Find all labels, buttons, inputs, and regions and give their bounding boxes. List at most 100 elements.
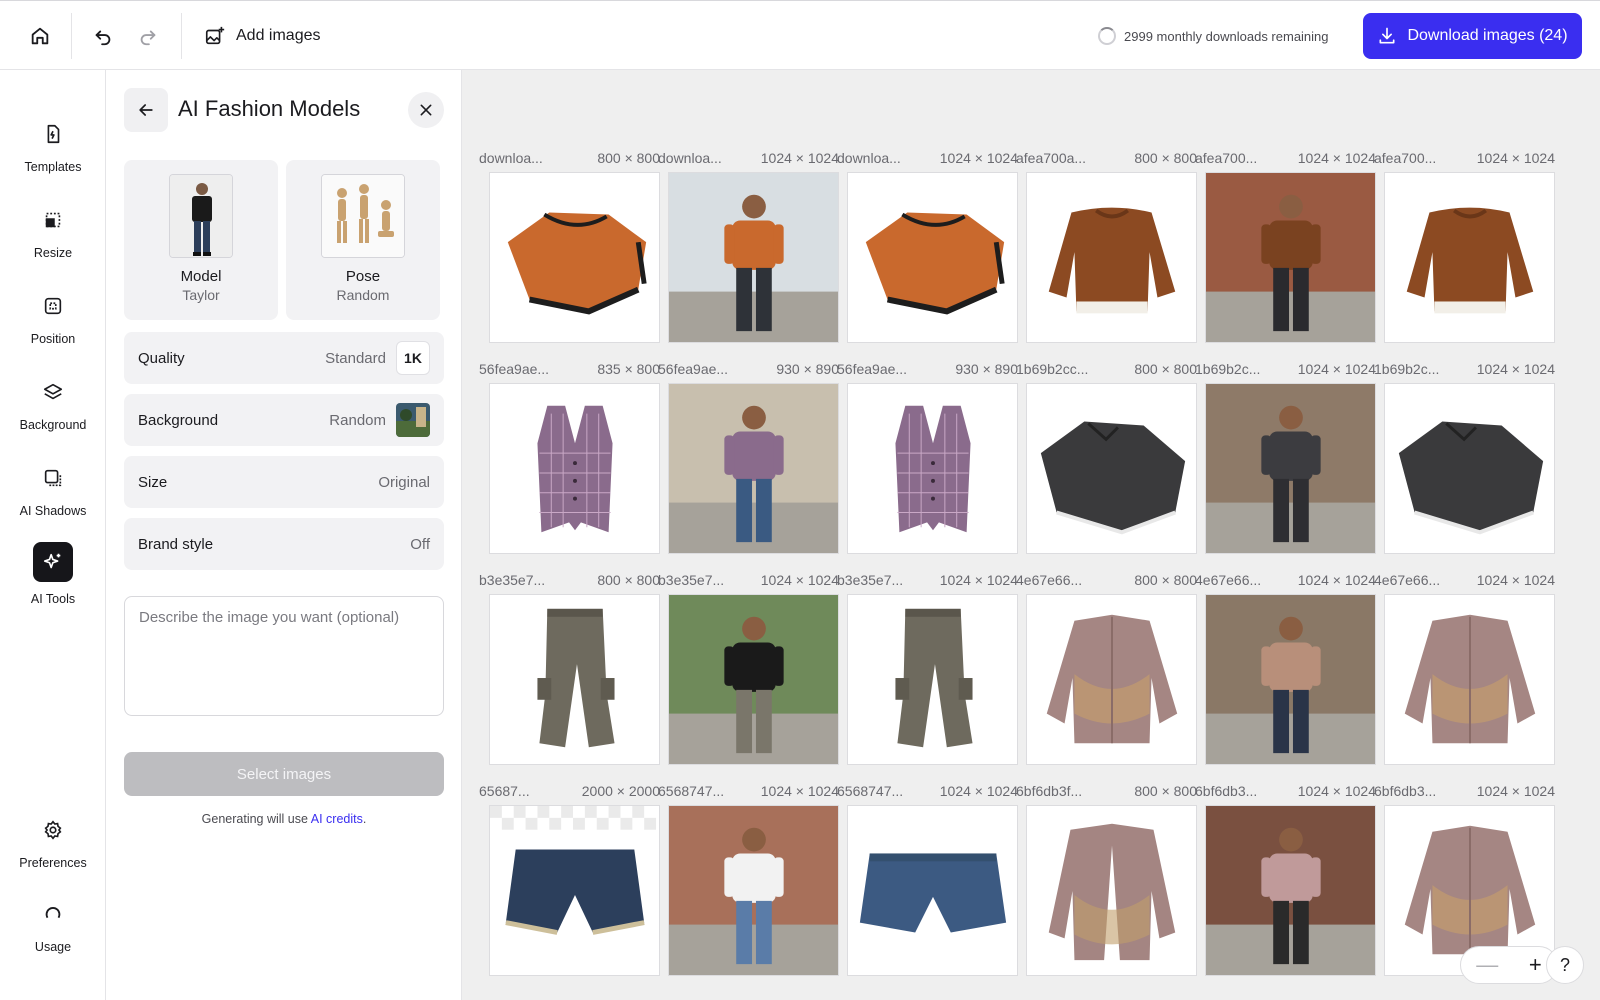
image-thumbnail: [1385, 384, 1554, 553]
image-tile[interactable]: [1205, 172, 1376, 343]
image-meta: 1b69b2c... 1024 × 1024: [1374, 361, 1555, 379]
image-tile[interactable]: [1384, 172, 1555, 343]
rail-label: Preferences: [19, 856, 87, 870]
option-value: Original: [378, 473, 430, 491]
image-tile[interactable]: [1384, 383, 1555, 554]
shadows-icon: [37, 462, 69, 494]
image-tile[interactable]: [489, 805, 660, 976]
resize-icon: [37, 204, 69, 236]
image-thumbnail: [1206, 806, 1375, 975]
image-thumbnail: [1027, 595, 1196, 764]
image-tile[interactable]: [668, 805, 839, 976]
image-dimensions: 1024 × 1024: [1476, 572, 1555, 588]
model-card[interactable]: Model Taylor: [124, 160, 278, 320]
image-filename: 4e67e66...: [1374, 572, 1441, 588]
rail-label: Background: [19, 418, 87, 432]
rail-item-resize[interactable]: Resize: [0, 204, 106, 278]
image-meta: b3e35e7... 1024 × 1024: [837, 572, 1018, 590]
back-button[interactable]: [124, 88, 168, 132]
image-thumbnail: [1206, 384, 1375, 553]
image-filename: 6568747...: [658, 783, 725, 799]
download-images-button[interactable]: Download images (24): [1363, 13, 1582, 59]
close-button[interactable]: [408, 92, 444, 128]
image-tile[interactable]: [668, 172, 839, 343]
select-images-button[interactable]: Select images: [124, 752, 444, 796]
rail-item-preferences[interactable]: Preferences: [0, 814, 106, 888]
add-images-button[interactable]: Add images: [204, 19, 321, 53]
image-filename: afea700...: [1195, 150, 1258, 166]
image-tile[interactable]: [1026, 594, 1197, 765]
image-thumbnail: [490, 595, 659, 764]
image-tile[interactable]: [489, 383, 660, 554]
panel-title: AI Fashion Models: [178, 96, 361, 121]
rail-label: AI Shadows: [19, 504, 87, 518]
image-tile[interactable]: [1384, 594, 1555, 765]
zoom-out-button[interactable]: —: [1476, 952, 1498, 978]
image-meta: 6568747... 1024 × 1024: [658, 783, 839, 801]
prompt-input[interactable]: [124, 596, 444, 716]
credits-note-prefix: Generating will use: [201, 812, 311, 826]
background-option[interactable]: Background Random: [124, 394, 444, 446]
image-dimensions: 1024 × 1024: [1297, 361, 1376, 377]
rail-item-position[interactable]: Position: [0, 290, 106, 364]
image-meta: downloa... 1024 × 1024: [837, 150, 1018, 168]
image-thumbnail: [1206, 595, 1375, 764]
redo-button[interactable]: [131, 19, 165, 53]
image-tile[interactable]: [668, 594, 839, 765]
image-tile[interactable]: [489, 172, 660, 343]
image-filename: 6bf6db3...: [1195, 783, 1258, 799]
image-meta: 4e67e66... 1024 × 1024: [1374, 572, 1555, 590]
image-filename: 56fea9ae...: [837, 361, 908, 377]
image-meta: afea700... 1024 × 1024: [1195, 150, 1376, 168]
pose-card[interactable]: Pose Random: [286, 160, 440, 320]
image-meta: 65687... 2000 × 2000: [479, 783, 660, 801]
image-dimensions: 800 × 800: [1134, 150, 1197, 166]
credits-note-suffix: .: [362, 812, 367, 826]
image-tile[interactable]: [847, 383, 1018, 554]
home-button[interactable]: [23, 19, 57, 53]
image-filename: downloa...: [658, 150, 722, 166]
image-tile[interactable]: [847, 805, 1018, 976]
position-icon: [37, 290, 69, 322]
image-filename: 56fea9ae...: [658, 361, 729, 377]
download-images-label: Download images (24): [1407, 27, 1568, 44]
image-tile[interactable]: [1205, 805, 1376, 976]
image-tile[interactable]: [489, 594, 660, 765]
image-gallery: downloa... 800 × 800 downloa... 1024 × 1024…: [462, 70, 1600, 1000]
rail-item-usage[interactable]: Usage: [0, 898, 106, 972]
image-meta: 56fea9ae... 930 × 890: [658, 361, 839, 379]
image-dimensions: 1024 × 1024: [1297, 572, 1376, 588]
add-images-label: Add images: [236, 27, 321, 44]
image-tile[interactable]: [1026, 383, 1197, 554]
image-tile[interactable]: [668, 383, 839, 554]
undo-button[interactable]: [86, 19, 120, 53]
rail-label: Usage: [34, 940, 72, 954]
image-tile[interactable]: [1026, 805, 1197, 976]
image-thumbnail: [848, 595, 1017, 764]
image-tile[interactable]: [847, 172, 1018, 343]
rail-item-background[interactable]: Background: [0, 376, 106, 450]
image-tile[interactable]: [1205, 594, 1376, 765]
ai-credits-link[interactable]: AI credits: [311, 812, 363, 826]
model-thumbnail: [169, 174, 233, 258]
image-tile[interactable]: [1026, 172, 1197, 343]
size-option[interactable]: Size Original: [124, 456, 444, 508]
image-meta: afea700a... 800 × 800: [1016, 150, 1197, 168]
image-filename: 65687...: [479, 783, 530, 799]
help-button[interactable]: ?: [1546, 946, 1584, 984]
rail-item-ai-shadows[interactable]: AI Shadows: [0, 462, 106, 536]
image-tile[interactable]: [847, 594, 1018, 765]
zoom-in-button[interactable]: +: [1529, 952, 1542, 978]
image-filename: b3e35e7...: [479, 572, 546, 588]
model-value: Taylor: [182, 287, 220, 303]
image-tile[interactable]: [1205, 383, 1376, 554]
image-dimensions: 2000 × 2000: [581, 783, 660, 799]
ai-fashion-panel: AI Fashion Models Model Taylor Pose Rand…: [106, 70, 462, 1000]
image-thumbnail: [490, 806, 659, 975]
quality-option[interactable]: Quality Standard 1K: [124, 332, 444, 384]
downloads-remaining: 2999 monthly downloads remaining: [1098, 26, 1329, 46]
rail-item-templates[interactable]: Templates: [0, 118, 106, 192]
brand-style-option[interactable]: Brand style Off: [124, 518, 444, 570]
rail-item-ai-tools[interactable]: AI Tools: [0, 542, 106, 616]
image-filename: 6568747...: [837, 783, 904, 799]
